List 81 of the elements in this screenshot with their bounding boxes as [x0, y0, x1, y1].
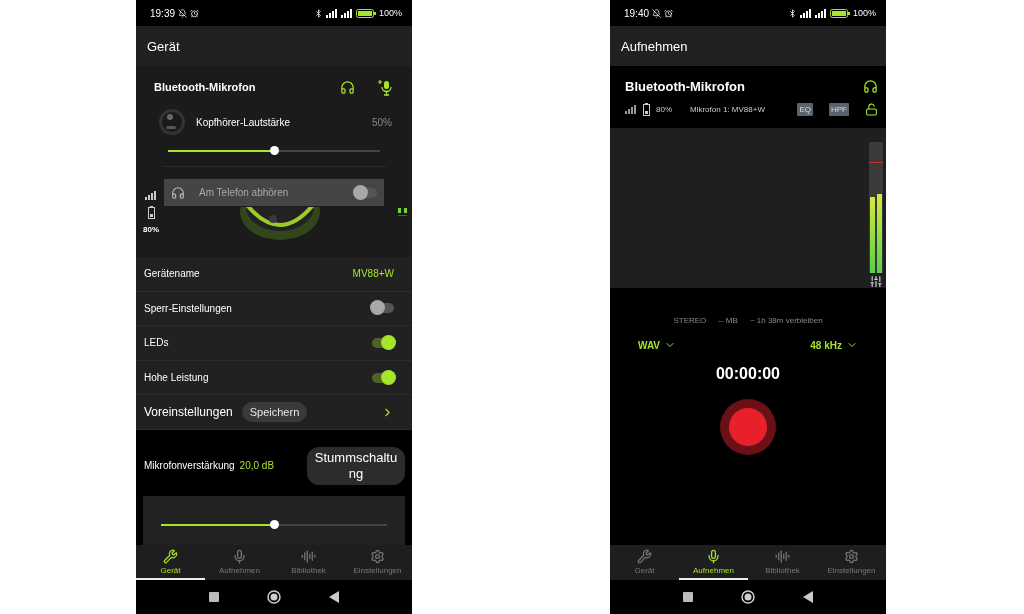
recording-info: ~ 1h 38m verbleiben	[749, 316, 823, 325]
toggle-switch[interactable]	[355, 187, 377, 198]
toggle-switch[interactable]	[372, 338, 394, 348]
setting-label: Voreinstellungen	[144, 405, 233, 420]
battery-percent: 100%	[378, 8, 402, 18]
battery-icon	[355, 8, 376, 18]
setting-label: Hohe Leistung	[144, 372, 209, 384]
add-microphone-icon[interactable]	[377, 78, 394, 96]
monitor-label: Am Telefon abhören	[199, 187, 289, 198]
mute-button[interactable]: Stummschaltung	[307, 447, 405, 485]
level-meter-icon	[398, 206, 408, 218]
back-icon[interactable]	[329, 591, 339, 603]
recording-timer: 00:00:00	[715, 365, 780, 383]
nav-tab[interactable]: Bibliothek	[748, 545, 817, 580]
bell-off-icon	[178, 8, 188, 18]
gain-reading: 20,0 dB	[239, 460, 275, 472]
recording-info: STEREO	[673, 316, 707, 325]
nav-tab[interactable]: Einstellungen	[817, 545, 886, 580]
slider-thumb[interactable]	[270, 519, 279, 529]
record-button[interactable]	[720, 399, 776, 455]
tools-icon	[163, 548, 178, 564]
headphones-icon[interactable]	[863, 78, 878, 94]
screen-title: Gerät	[147, 38, 180, 54]
bluetooth-icon	[787, 8, 797, 18]
back-icon[interactable]	[803, 591, 813, 603]
status-time: 19:39	[150, 7, 176, 19]
device-name: Bluetooth-Mikrofon	[154, 81, 256, 93]
battery-icon	[643, 102, 650, 116]
headphones-icon	[171, 185, 185, 200]
format-dropdown[interactable]: WAV	[638, 339, 677, 351]
microphone-icon	[232, 548, 247, 564]
unlocked-icon[interactable]	[865, 102, 878, 116]
home-icon[interactable]	[741, 590, 755, 604]
recording-info: -- MB	[718, 316, 738, 325]
battery-icon	[829, 8, 850, 18]
headphones-icon[interactable]	[340, 79, 355, 95]
microphone-name: Mikrofon 1: MV88+W	[690, 104, 765, 114]
status-time: 19:40	[624, 7, 650, 19]
setting-label: LEDs	[144, 337, 169, 349]
tools-icon	[637, 548, 652, 564]
settings-icon	[844, 548, 859, 564]
home-icon[interactable]	[267, 590, 281, 604]
setting-label: Sperr-Einstellungen	[144, 302, 232, 314]
mixer-icon[interactable]	[869, 274, 883, 288]
battery-percent: 80%	[656, 104, 672, 114]
cell-signal-icon	[814, 8, 827, 18]
alarm-icon	[664, 8, 674, 18]
cell-signal-icon	[340, 8, 353, 18]
save-button[interactable]: Speichern	[241, 402, 308, 423]
volume-reading: 50%	[372, 116, 392, 128]
toggle-switch[interactable]	[372, 303, 394, 314]
settings-icon	[370, 548, 385, 564]
battery-percent: 100%	[852, 8, 876, 18]
gain-label: Mikrofonverstärkung	[144, 460, 235, 472]
microphone-icon	[706, 548, 721, 564]
battery-icon	[147, 205, 155, 219]
bluetooth-icon	[313, 8, 323, 18]
feature-badge[interactable]: EQ	[797, 102, 813, 116]
screen-title: Aufnehmen	[621, 38, 688, 54]
nav-tab[interactable]: Aufnehmen	[205, 545, 274, 580]
alarm-icon	[190, 8, 200, 18]
nav-tab[interactable]: Einstellungen	[343, 545, 412, 580]
cell-signal-icon	[325, 8, 338, 18]
battery-percent: 80%	[143, 224, 159, 234]
toggle-switch[interactable]	[372, 372, 394, 383]
cell-signal-icon	[799, 8, 812, 18]
setting-label: Gerätename	[144, 268, 200, 280]
audio-lines-icon	[301, 548, 316, 564]
bell-off-icon	[652, 8, 662, 18]
feature-badge[interactable]: HPF	[829, 102, 849, 116]
nav-tab[interactable]: Gerät	[610, 545, 679, 580]
signal-icon	[145, 190, 157, 200]
volume-label: Kopfhörer-Lautstärke	[196, 116, 290, 128]
device-name: Bluetooth-Mikrofon	[625, 78, 745, 94]
setting-value: MV88+W	[352, 268, 394, 280]
signal-icon	[625, 104, 637, 114]
slider-track[interactable]	[161, 523, 387, 526]
nav-tab[interactable]: Bibliothek	[274, 545, 343, 580]
slider-thumb[interactable]	[270, 146, 279, 155]
sample-rate-dropdown[interactable]: 48 kHz	[810, 339, 858, 351]
audio-lines-icon	[775, 548, 790, 564]
